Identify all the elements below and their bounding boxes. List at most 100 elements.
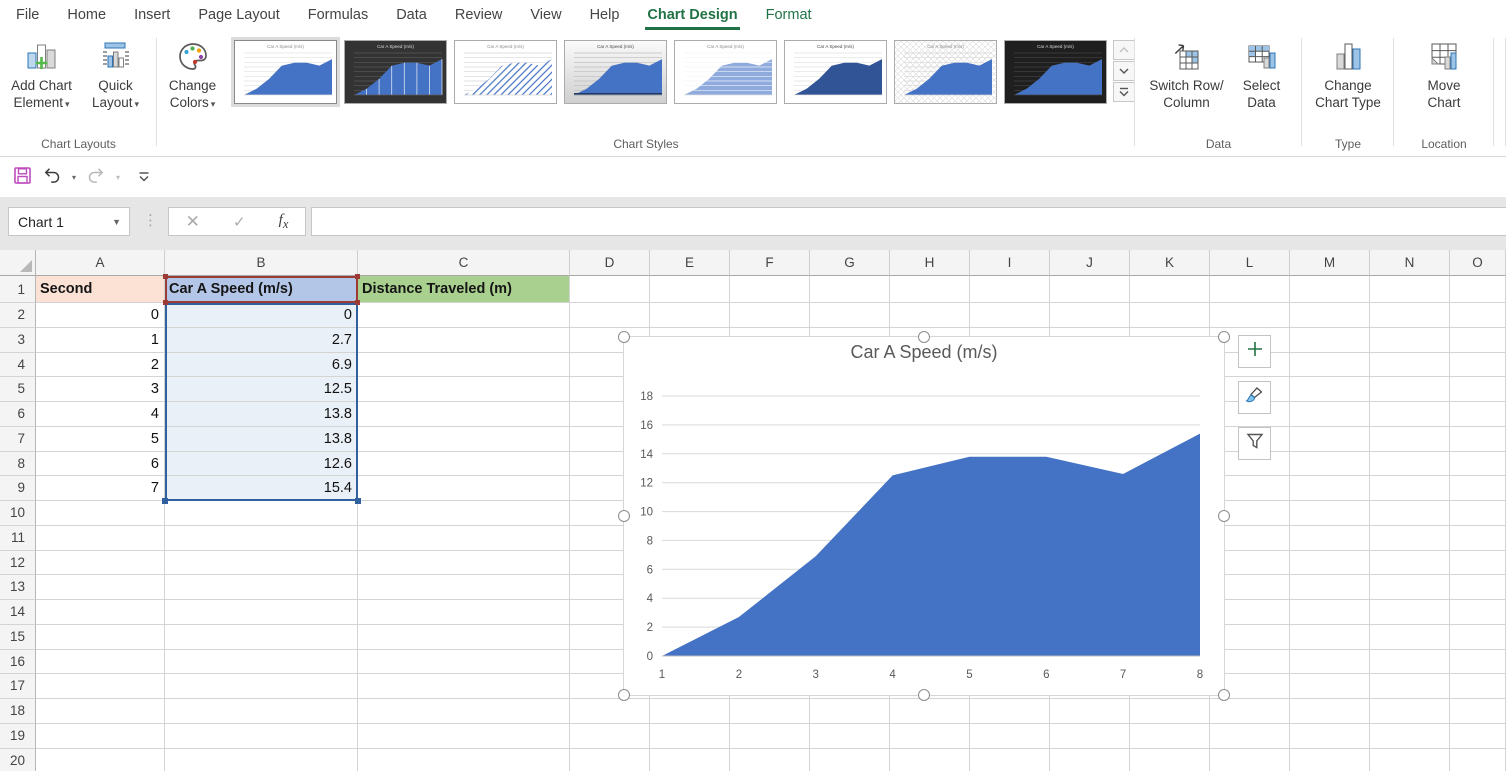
switch-row-column-button[interactable]: Switch Row/ Column	[1146, 37, 1228, 111]
cell-M20[interactable]	[1290, 748, 1370, 771]
row-header-20[interactable]: 20	[0, 748, 36, 771]
cell-B12[interactable]	[165, 550, 358, 576]
cell-N18[interactable]	[1370, 699, 1450, 724]
cell-B20[interactable]	[165, 748, 358, 771]
tab-chart-design[interactable]: Chart Design	[633, 0, 751, 30]
change-chart-type-button[interactable]: Change Chart Type	[1305, 37, 1391, 111]
cell-C5[interactable]	[358, 377, 570, 402]
cell-N10[interactable]	[1370, 501, 1450, 526]
cell-A17[interactable]	[36, 674, 165, 699]
cell-C16[interactable]	[358, 649, 570, 675]
cell-B16[interactable]	[165, 649, 358, 675]
cell-M15[interactable]	[1290, 624, 1370, 650]
cell-O2[interactable]	[1450, 303, 1506, 328]
cell-J2[interactable]	[1050, 303, 1130, 328]
name-box[interactable]: Chart 1 ▼	[8, 207, 130, 236]
cell-B5[interactable]: 12.5	[165, 377, 358, 402]
cell-C17[interactable]	[358, 674, 570, 699]
row-header-10[interactable]: 10	[0, 501, 36, 526]
cell-M16[interactable]	[1290, 649, 1370, 675]
col-header-G[interactable]: G	[810, 250, 890, 276]
chart-style-thumb-7[interactable]: Car A Speed (m/s)	[894, 40, 997, 104]
cell-K2[interactable]	[1130, 303, 1210, 328]
cell-M14[interactable]	[1290, 600, 1370, 625]
range-handle[interactable]	[355, 498, 361, 504]
cell-B18[interactable]	[165, 699, 358, 724]
row-header-6[interactable]: 6	[0, 402, 36, 427]
select-all-button[interactable]	[0, 250, 36, 276]
cell-A2[interactable]: 0	[36, 303, 165, 328]
cell-O13[interactable]	[1450, 575, 1506, 600]
cell-L18[interactable]	[1210, 699, 1290, 724]
cell-L20[interactable]	[1210, 748, 1290, 771]
row-header-1[interactable]: 1	[0, 276, 36, 303]
cell-A13[interactable]	[36, 575, 165, 600]
cell-L1[interactable]	[1210, 276, 1290, 303]
col-header-N[interactable]: N	[1370, 250, 1450, 276]
row-header-14[interactable]: 14	[0, 600, 36, 625]
cell-J1[interactable]	[1050, 276, 1130, 303]
cell-I1[interactable]	[970, 276, 1050, 303]
cell-B7[interactable]: 13.8	[165, 426, 358, 452]
cell-E1[interactable]	[650, 276, 730, 303]
cell-N8[interactable]	[1370, 451, 1450, 477]
chart-resize-handle[interactable]	[1218, 689, 1230, 701]
cell-N6[interactable]	[1370, 402, 1450, 427]
save-button[interactable]	[10, 165, 35, 191]
cell-D19[interactable]	[570, 723, 650, 749]
cell-E19[interactable]	[650, 723, 730, 749]
col-header-L[interactable]: L	[1210, 250, 1290, 276]
change-colors-button[interactable]: Change Colors ▾	[161, 37, 224, 113]
embedded-chart[interactable]: Car A Speed (m/s) 0 2 4 6 8 10 12 14 16 18 1 2 3 4 5 6 7…	[618, 331, 1230, 701]
cell-K1[interactable]	[1130, 276, 1210, 303]
cell-F2[interactable]	[730, 303, 810, 328]
cell-H20[interactable]	[890, 748, 970, 771]
undo-button[interactable]	[39, 165, 65, 191]
cell-M10[interactable]	[1290, 501, 1370, 526]
cell-N12[interactable]	[1370, 550, 1450, 576]
row-header-13[interactable]: 13	[0, 575, 36, 600]
chart-style-thumb-6[interactable]: Car A Speed (m/s)	[784, 40, 887, 104]
cell-E2[interactable]	[650, 303, 730, 328]
col-header-F[interactable]: F	[730, 250, 810, 276]
row-header-7[interactable]: 7	[0, 426, 36, 452]
cell-H1[interactable]	[890, 276, 970, 303]
row-header-18[interactable]: 18	[0, 699, 36, 724]
cell-N14[interactable]	[1370, 600, 1450, 625]
undo-dropdown[interactable]: ▾	[69, 173, 79, 182]
row-header-19[interactable]: 19	[0, 723, 36, 749]
cell-A14[interactable]	[36, 600, 165, 625]
cell-H2[interactable]	[890, 303, 970, 328]
cell-C9[interactable]	[358, 476, 570, 501]
enter-button[interactable]: ✓	[233, 213, 246, 231]
row-header-2[interactable]: 2	[0, 303, 36, 328]
cell-O3[interactable]	[1450, 327, 1506, 353]
cell-N3[interactable]	[1370, 327, 1450, 353]
cell-C2[interactable]	[358, 303, 570, 328]
cell-G19[interactable]	[810, 723, 890, 749]
cell-B15[interactable]	[165, 624, 358, 650]
cell-M17[interactable]	[1290, 674, 1370, 699]
cell-A18[interactable]	[36, 699, 165, 724]
gallery-more-button[interactable]	[1113, 82, 1135, 102]
cell-B19[interactable]	[165, 723, 358, 749]
cell-O4[interactable]	[1450, 352, 1506, 378]
cell-A8[interactable]: 6	[36, 451, 165, 477]
tab-help[interactable]: Help	[576, 0, 634, 30]
row-header-16[interactable]: 16	[0, 649, 36, 675]
cell-G2[interactable]	[810, 303, 890, 328]
cell-N4[interactable]	[1370, 352, 1450, 378]
cell-M11[interactable]	[1290, 525, 1370, 551]
row-header-17[interactable]: 17	[0, 674, 36, 699]
gallery-scroll-up-button[interactable]	[1113, 40, 1135, 60]
cell-N9[interactable]	[1370, 476, 1450, 501]
cell-N7[interactable]	[1370, 426, 1450, 452]
cell-M12[interactable]	[1290, 550, 1370, 576]
cell-D20[interactable]	[570, 748, 650, 771]
cell-B13[interactable]	[165, 575, 358, 600]
tab-format[interactable]: Format	[752, 0, 826, 30]
chart-resize-handle[interactable]	[1218, 510, 1230, 522]
cell-K20[interactable]	[1130, 748, 1210, 771]
cell-O12[interactable]	[1450, 550, 1506, 576]
name-box-dropdown-icon[interactable]: ▼	[112, 217, 129, 227]
